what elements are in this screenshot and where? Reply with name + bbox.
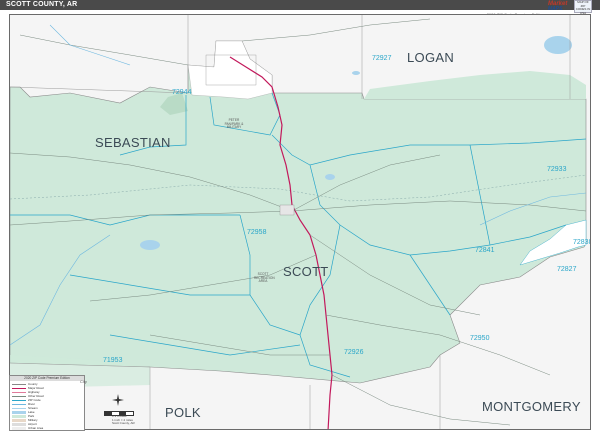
compass-rose-icon <box>112 394 124 406</box>
county-label-scott: SCOTT <box>283 264 329 279</box>
legend-city-label: City <box>80 379 87 384</box>
zip-label-72841: 72841 <box>475 247 495 254</box>
zip-label-72958: 72958 <box>247 229 267 236</box>
zip-label-72944: 72944 <box>172 89 192 96</box>
map-title: SCOTT COUNTY, AR <box>6 1 78 8</box>
legend-title: 2020 ZIP Code Premium Edition <box>10 376 84 381</box>
zip-label-72926: 72926 <box>344 349 364 356</box>
county-label-sebastian: SEBASTIAN <box>95 135 171 150</box>
map-canvas[interactable]: LOGAN SEBASTIAN SCOTT POLK MONTGOMERY 72… <box>9 14 591 430</box>
waldron-town <box>279 204 295 216</box>
zip-label-71953: 71953 <box>103 357 123 364</box>
place-label-peter-pan: PETER PAN/PARK & MILITARY <box>224 118 244 130</box>
zip-label-72927: 72927 <box>372 55 392 62</box>
map-svg <box>10 15 590 429</box>
map-legend: 2020 ZIP Code Premium Edition County Maj… <box>9 375 85 431</box>
lake-west <box>140 240 160 250</box>
scale-line-3: Scott County, AR <box>112 421 135 425</box>
county-label-montgomery: MONTGOMERY <box>482 399 581 414</box>
lake-north <box>352 71 360 75</box>
lake-northeast <box>544 36 572 54</box>
legend-row: Urban Area <box>12 426 82 430</box>
brand-logo: Market MAPS MAP OF ZIP CODES IN USA <box>548 0 592 15</box>
zip-label-72933: 72933 <box>547 166 567 173</box>
lake-central <box>325 174 335 180</box>
scale-info: 0 3 6 Miles 1 inch = 4 miles Scott Count… <box>112 414 186 426</box>
place-label-scott-rec: SCOTT RECREATION AREA <box>254 272 275 284</box>
zip-label-72950: 72950 <box>470 335 490 342</box>
brand-badge: MAP OF ZIP CODES IN USA <box>574 0 592 15</box>
zip-label-72838: 72838 <box>573 239 591 246</box>
county-label-logan: LOGAN <box>407 50 455 65</box>
title-bar: SCOTT COUNTY, AR <box>0 0 600 10</box>
zip-label-72827: 72827 <box>557 266 577 273</box>
brand-line-2: MAPS <box>548 6 563 12</box>
